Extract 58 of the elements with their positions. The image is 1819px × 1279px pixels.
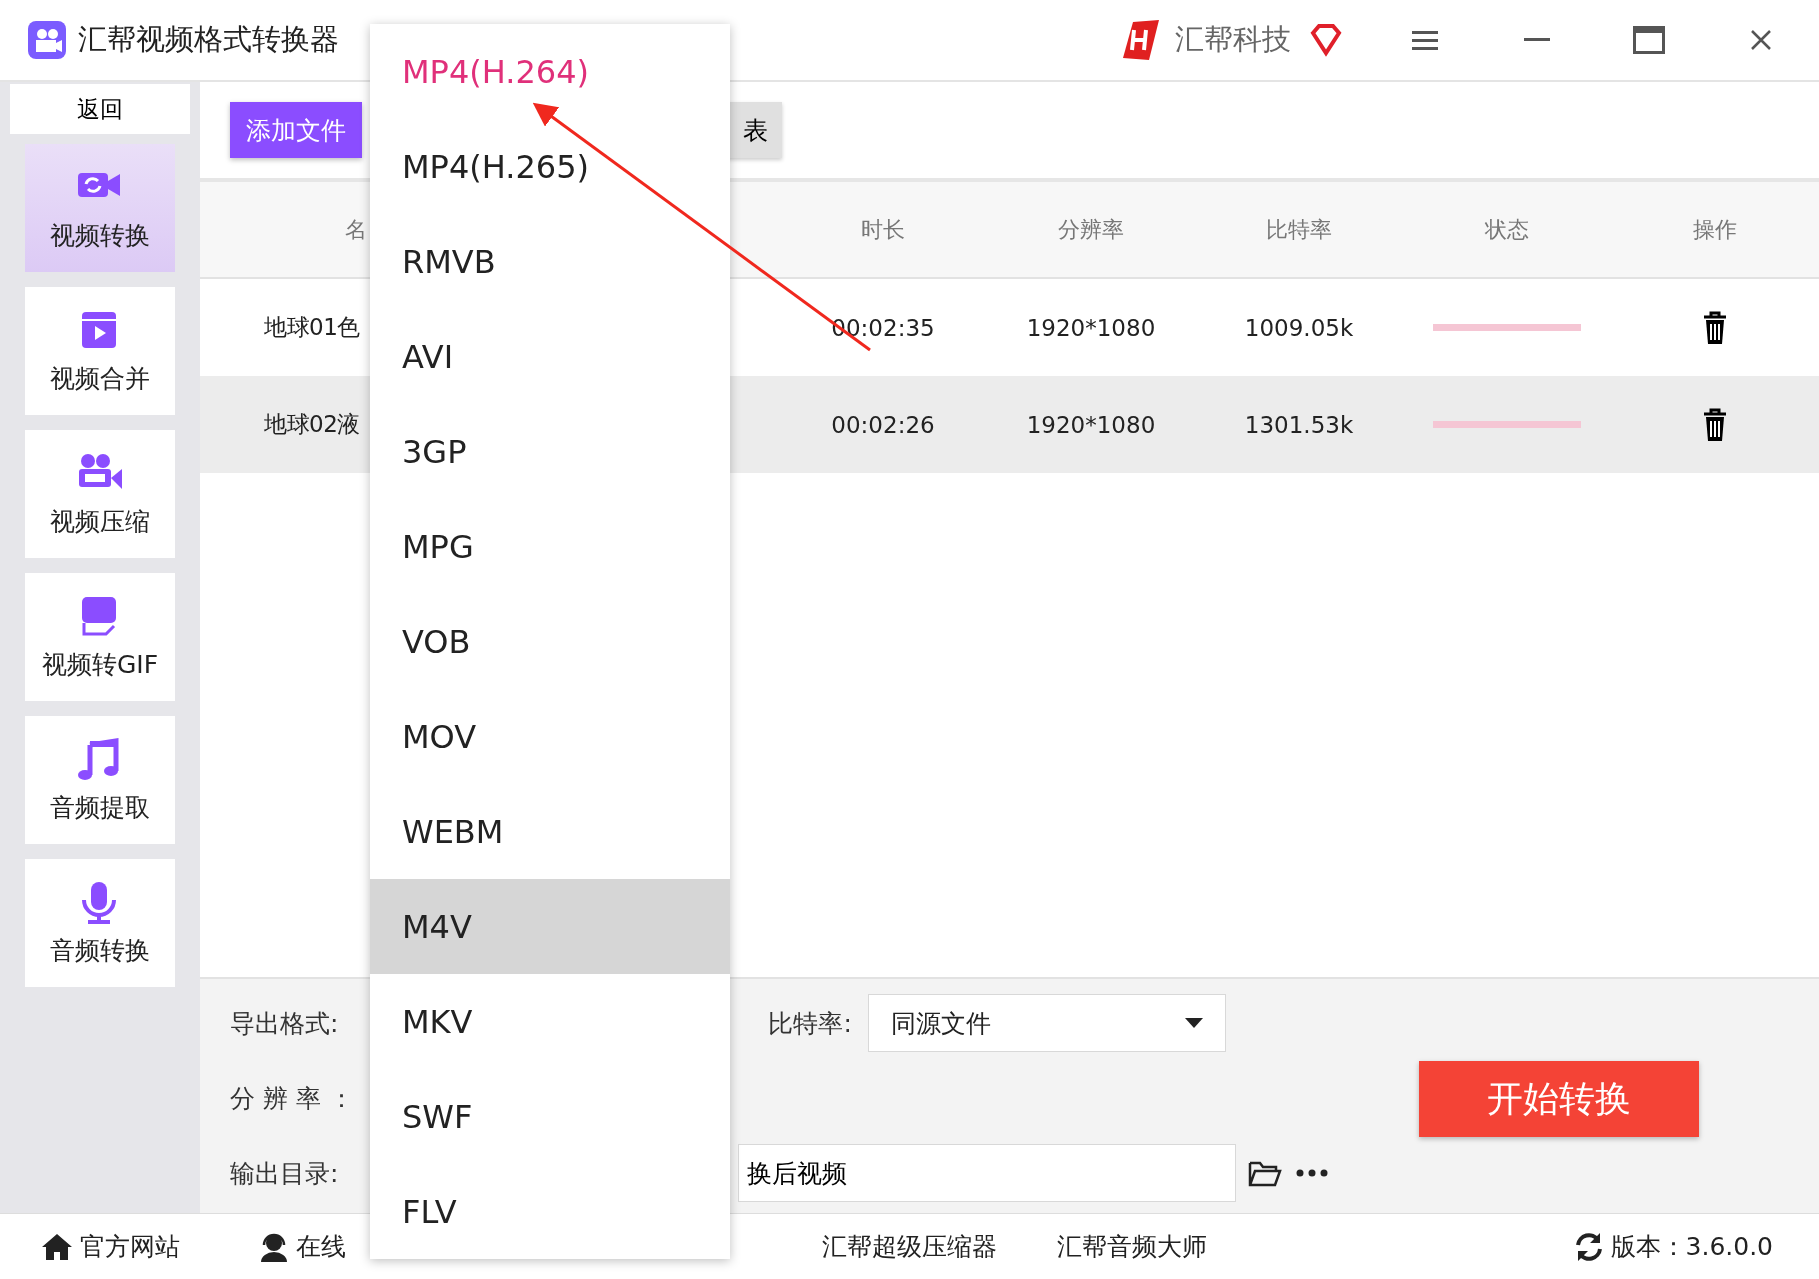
home-icon [40,1231,74,1262]
bitrate-label: 比特率: [768,1007,852,1040]
menu-item[interactable]: MPG [370,499,730,594]
table-cell-text: 地球02液 [263,410,361,439]
folder-icon[interactable] [1248,1159,1283,1187]
column-header: 名 [344,215,368,244]
output-folder-field[interactable]: 换后视频 [738,1144,1237,1202]
table-cell-text: 1920*1080 [1025,411,1157,438]
online-support-link[interactable]: 在线 [258,1230,346,1263]
column-header: 操作 [1692,215,1738,244]
format-label: 导出格式: [230,1007,339,1040]
table-cell-text: 1009.05k [1243,314,1355,341]
sidebar-item[interactable]: 音频转换 [25,859,175,987]
back-button[interactable]: 返回 [10,84,190,134]
menu-item[interactable]: RMVB [370,214,730,309]
sidebar-item[interactable]: 音频提取 [25,716,175,844]
menu-item[interactable]: M4V [370,879,730,974]
website-link[interactable]: 官方网站 [40,1230,180,1263]
menu-item[interactable]: MOV [370,689,730,784]
table-cell-text: 00:02:26 [830,411,936,438]
menu-item[interactable]: AVI [370,309,730,404]
output-label: 输出目录: [230,1157,339,1190]
menu-icon[interactable] [1412,30,1438,50]
menu-item[interactable]: VOB [370,594,730,689]
maximize-icon[interactable] [1633,26,1665,54]
diamond-icon[interactable] [1309,23,1343,57]
menu-item[interactable]: WEBM [370,784,730,879]
more-icon[interactable] [1296,1169,1329,1177]
column-header: 分辨率 [1057,215,1125,244]
caret-icon [1184,1018,1203,1028]
menu-item[interactable]: 3GP [370,404,730,499]
table-cell-text: 1301.53k [1243,411,1355,438]
close-icon[interactable] [1750,29,1772,51]
column-header: 比特率 [1265,215,1333,244]
column-header: 时长 [860,215,906,244]
audio-master-link[interactable]: 汇帮音频大师 [1057,1230,1207,1263]
menu-item[interactable]: MP4(H.264) [370,24,730,119]
add-file-button[interactable]: 添加文件 [230,102,362,158]
bitrate-dropdown[interactable]: 同源文件 [867,994,1226,1052]
window-title: 汇帮视频格式转换器 [78,21,339,58]
menu-item[interactable]: SWF [370,1069,730,1164]
version-link[interactable]: 版本：3.6.0.0 [1572,1230,1773,1263]
app-logo-icon [28,21,66,59]
minimize-icon[interactable] [1524,38,1550,42]
menu-item[interactable]: MP4(H.265) [370,119,730,214]
menu-item[interactable]: FLV [370,1164,730,1259]
sidebar-item[interactable]: 视频转换 [25,144,175,272]
start-convert-button[interactable]: 开始转换 [1419,1061,1699,1137]
column-header: 状态 [1484,215,1530,244]
resolution-label: 分 辨 率 ： [230,1082,354,1115]
menu-item[interactable]: MKV [370,974,730,1069]
sidebar-item[interactable]: 视频合并 [25,287,175,415]
sidebar-item[interactable]: 视频转GIF [25,573,175,701]
table-cell-text: 地球01色 [263,313,361,342]
compressor-link[interactable]: 汇帮超级压缩器 [822,1230,997,1263]
sidebar-item[interactable]: 视频压缩 [25,430,175,558]
brand-name: 汇帮科技 [1175,21,1291,58]
table-cell-text: 1920*1080 [1025,314,1157,341]
